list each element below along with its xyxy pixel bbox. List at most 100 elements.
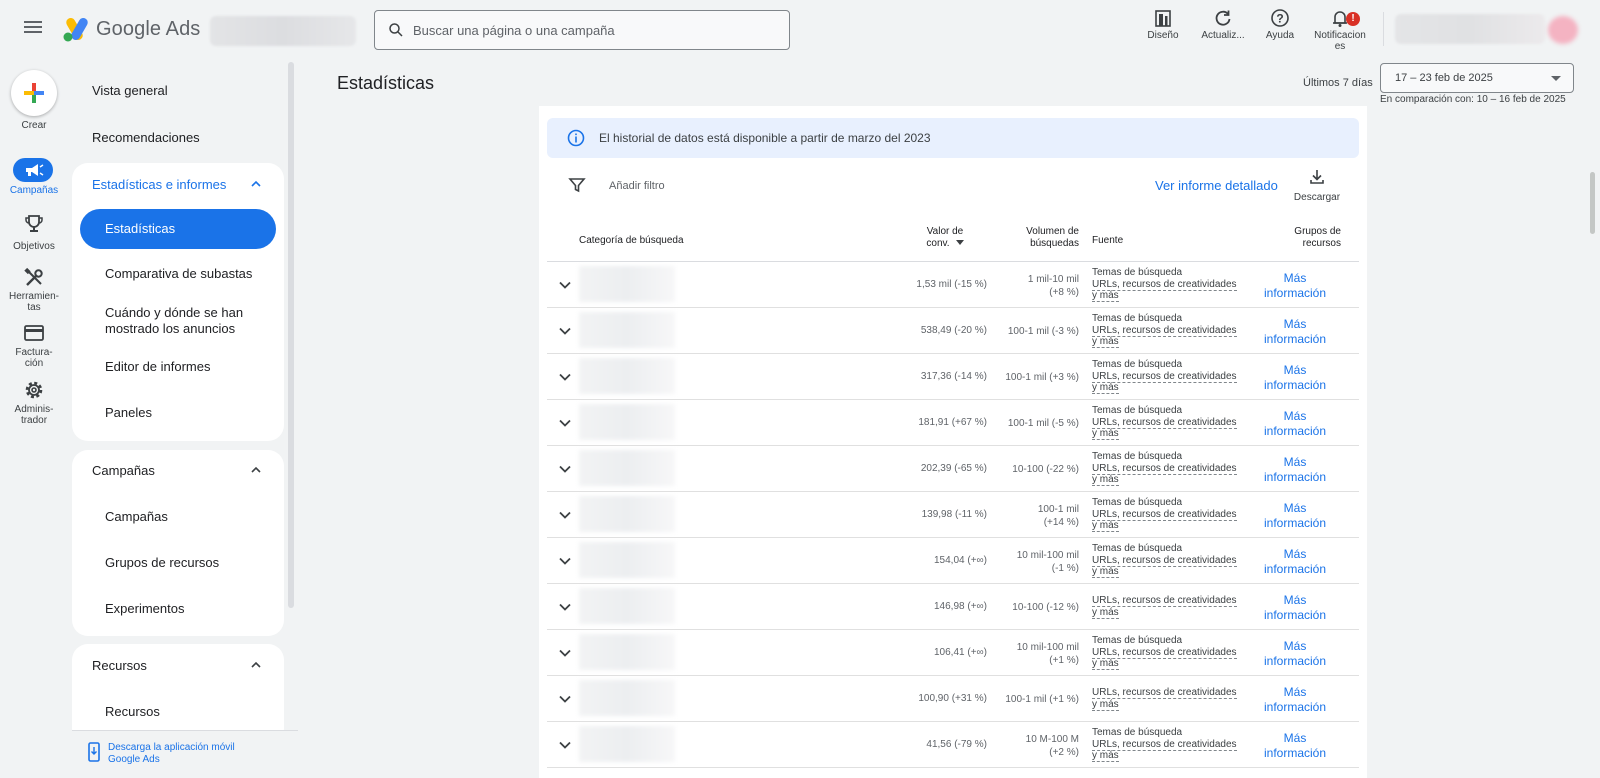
chevron-down-icon[interactable] (557, 645, 573, 661)
more-info-link[interactable]: Más información (1249, 317, 1341, 347)
table-row[interactable]: 202,39 (-65 %) 10-100 (-22 %) Temas de bús… (547, 446, 1359, 492)
download-button[interactable]: Descargar (1289, 168, 1345, 203)
layout-button[interactable]: Diseño (1132, 8, 1194, 41)
rail-item-campaigns[interactable] (13, 158, 53, 182)
nav-section-insights-title[interactable]: Estadísticas e informes (92, 177, 226, 192)
rail-label-tools[interactable]: Herramien-tas (0, 291, 68, 313)
filter-icon[interactable] (568, 176, 586, 194)
chevron-down-icon[interactable] (557, 737, 573, 753)
table-row[interactable]: 538,49 (-20 %) 100-1 mil (-3 %) Temas de b… (547, 308, 1359, 354)
col-header-category[interactable]: Categoría de búsqueda (579, 235, 684, 247)
nav-section-resources-title[interactable]: Recursos (92, 658, 147, 673)
chevron-down-icon[interactable] (557, 599, 573, 615)
help-button[interactable]: ? Ayuda (1249, 8, 1311, 41)
nav-scrollbar[interactable] (288, 62, 294, 608)
nav-overview[interactable]: Vista general (92, 83, 168, 98)
nav-recommendations[interactable]: Recomendaciones (92, 130, 200, 145)
chevron-down-icon[interactable] (557, 277, 573, 293)
chevron-up-icon[interactable] (250, 178, 262, 190)
nav-item-when-where[interactable]: Cuándo y dónde se han mostrado los anunci… (105, 305, 243, 337)
chevron-down-icon[interactable] (557, 691, 573, 707)
app-download-link[interactable]: Descarga la aplicación móvil Google Ads (88, 742, 235, 766)
table-row[interactable]: 1,53 mil (-15 %) 1 mil-10 mil (+8 %) Temas … (547, 262, 1359, 308)
table-row[interactable]: 100,90 (+31 %) 100-1 mil (+1 %) URLs, recu… (547, 676, 1359, 722)
conv-value-cell: 41,56 (-79 %) (926, 739, 987, 750)
chevron-down-icon[interactable] (557, 507, 573, 523)
nav-item-resources[interactable]: Recursos (105, 704, 160, 720)
avatar[interactable] (1548, 16, 1578, 44)
add-filter-input[interactable]: Añadir filtro (609, 180, 665, 192)
nav-panel: Vista general Recomendaciones Estadístic… (72, 60, 284, 730)
gear-icon[interactable] (22, 378, 46, 402)
source-cell: URLs, recursos de creatividades y más (1092, 687, 1237, 711)
notifications-button[interactable]: ! Notificacion es (1309, 8, 1371, 52)
info-icon (567, 129, 585, 147)
col-header-source[interactable]: Fuente (1092, 235, 1123, 247)
more-info-link[interactable]: Más información (1249, 501, 1341, 531)
table-row[interactable]: 106,41 (+∞) 10 mil-100 mil (+1 %) Temas de … (547, 630, 1359, 676)
date-range-selector[interactable]: 17 – 23 feb de 2025 (1380, 63, 1574, 93)
rail-label-campaigns[interactable]: Campañas (0, 185, 68, 196)
category-cell-redacted (579, 450, 675, 486)
more-info-link[interactable]: Más información (1249, 363, 1341, 393)
rail-label-goals[interactable]: Objetivos (0, 241, 68, 252)
table-row[interactable]: 146,98 (+∞) 10-100 (-12 %) URLs, recursos … (547, 584, 1359, 630)
nav-item-auction-insights[interactable]: Comparativa de subastas (105, 266, 252, 282)
info-banner: El historial de datos está disponible a … (547, 118, 1359, 158)
create-label: Crear (21, 120, 47, 131)
chevron-down-icon[interactable] (557, 323, 573, 339)
refresh-button[interactable]: Actualiz... (1192, 8, 1254, 41)
more-info-link[interactable]: Más información (1249, 409, 1341, 439)
rail-label-admin[interactable]: Adminis-trador (0, 404, 68, 426)
source-cell: Temas de búsqueda URLs, recursos de creat… (1092, 635, 1237, 670)
table-row[interactable]: 317,36 (-14 %) 100-1 mil (+3 %) Temas de b… (547, 354, 1359, 400)
more-info-link[interactable]: Más información (1249, 731, 1341, 761)
layout-label: Diseño (1147, 30, 1179, 41)
google-ads-logo[interactable]: Google Ads (62, 16, 200, 42)
nav-item-asset-groups[interactable]: Grupos de recursos (105, 555, 219, 571)
nav-item-dashboards[interactable]: Paneles (105, 405, 152, 421)
nav-section-campaigns-title[interactable]: Campañas (92, 463, 155, 478)
account-selector[interactable] (210, 16, 356, 46)
chevron-down-icon[interactable] (557, 461, 573, 477)
table-row[interactable]: 181,91 (+67 %) 100-1 mil (-5 %) Temas de b… (547, 400, 1359, 446)
user-account-info[interactable] (1395, 14, 1545, 44)
col-header-asset-groups[interactable]: Grupos de recursos (1263, 226, 1341, 250)
chevron-up-icon[interactable] (250, 464, 262, 476)
more-info-link[interactable]: Más información (1249, 271, 1341, 301)
col-header-search-volume[interactable]: Volumen de búsquedas (999, 226, 1079, 250)
more-info-link[interactable]: Más información (1249, 593, 1341, 623)
table-row[interactable]: 41,56 (-79 %) 10 M-100 M (+2 %) Temas de bú… (547, 722, 1359, 768)
nav-item-experiments[interactable]: Experimentos (105, 601, 184, 617)
top-bar: Google Ads Diseño Actualiz... ? Ayuda (0, 0, 1600, 60)
date-range-caption: Últimos 7 días (1303, 77, 1373, 89)
credit-card-icon[interactable] (22, 321, 46, 345)
rail-label-billing[interactable]: Factura-ción (0, 347, 68, 369)
category-cell-redacted (579, 312, 675, 348)
table-row[interactable]: 139,98 (-11 %) 100-1 mil (+14 %) Temas de b… (547, 492, 1359, 538)
col-header-conv-value[interactable]: Valor de conv. (905, 226, 985, 250)
nav-item-statistics[interactable]: Estadísticas (80, 209, 276, 249)
menu-icon[interactable] (22, 18, 44, 40)
more-info-link[interactable]: Más información (1249, 639, 1341, 669)
mobile-phone-icon (88, 742, 100, 762)
more-info-link[interactable]: Más información (1249, 455, 1341, 485)
search-box[interactable] (374, 10, 790, 50)
nav-item-campaigns[interactable]: Campañas (105, 509, 168, 525)
view-detailed-report-link[interactable]: Ver informe detallado (1155, 178, 1278, 193)
main-scrollbar[interactable] (1590, 172, 1595, 234)
trophy-icon[interactable] (22, 212, 46, 236)
chevron-down-icon[interactable] (557, 415, 573, 431)
chevron-up-icon[interactable] (250, 659, 262, 671)
chevron-down-icon[interactable] (557, 369, 573, 385)
nav-item-report-editor[interactable]: Editor de informes (105, 359, 211, 375)
more-info-link[interactable]: Más información (1249, 685, 1341, 715)
tools-icon[interactable] (22, 266, 46, 290)
table-row[interactable]: 154,04 (+∞) 10 mil-100 mil (-1 %) Temas de … (547, 538, 1359, 584)
chevron-down-icon[interactable] (557, 553, 573, 569)
more-info-link[interactable]: Más información (1249, 547, 1341, 577)
create-button[interactable] (11, 70, 57, 116)
help-icon: ? (1271, 9, 1289, 27)
topbar-divider (1383, 12, 1384, 46)
search-input[interactable] (413, 22, 773, 38)
